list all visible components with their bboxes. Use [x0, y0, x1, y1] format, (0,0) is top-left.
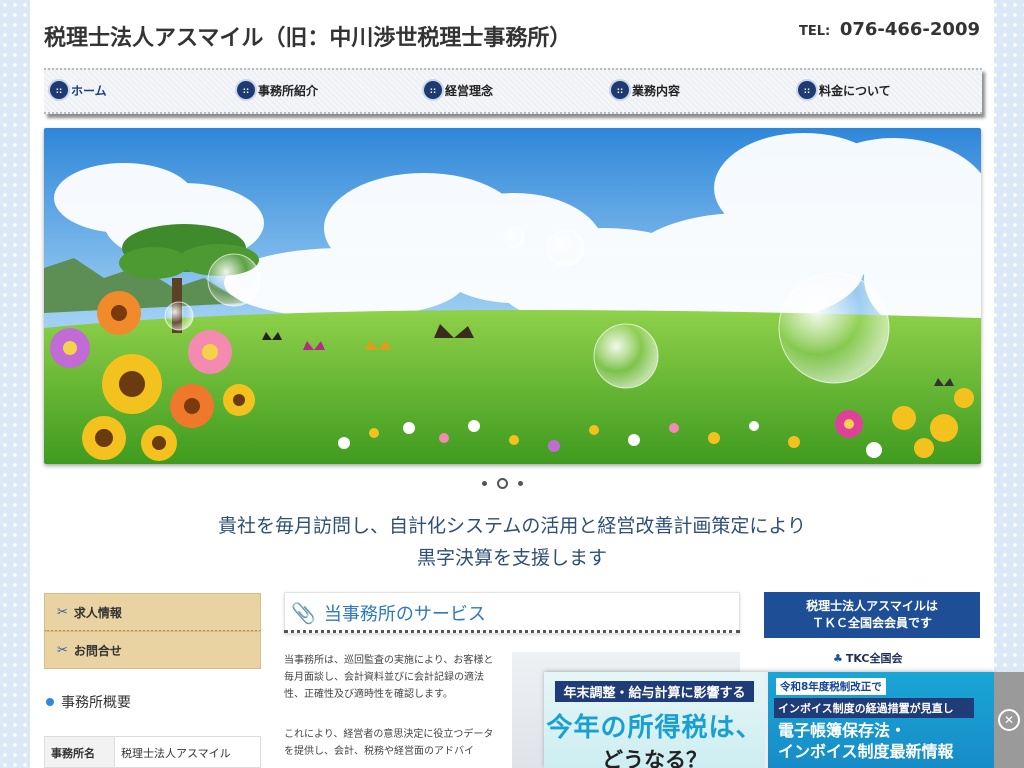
nav-bullet-icon: ::: [50, 81, 68, 99]
scissors-icon: ✂: [57, 604, 68, 620]
service-paragraph-1: 当事務所は、巡回監査の実施により、お客様と毎月面談し、会計資料並びに会計記録の適…: [284, 655, 494, 700]
tkc-logo[interactable]: ♣ TKC全国会: [833, 650, 902, 666]
tkc-member-banner[interactable]: 税理士法人アスマイルは ＴＫＣ全国会会員です: [764, 592, 980, 638]
ad-left-line-2: 今年の所得税は、: [546, 713, 763, 743]
nav-item-label: 業務内容: [632, 83, 681, 98]
ad-right-line-2: インボイス制度の経過措置が見直し: [774, 698, 974, 718]
ad-banner[interactable]: 年末調整・給与計算に影響する 今年の所得税は、 どうなる？ 令和8年度税制改正で…: [544, 672, 994, 768]
nav-bullet-icon: ::: [611, 81, 629, 99]
hero-slider[interactable]: [44, 128, 981, 464]
sidebar-link-recruit[interactable]: ✂ 求人情報: [44, 593, 261, 632]
service-heading-text: 当事務所のサービス: [323, 604, 486, 625]
hero-meadow-image: [44, 128, 981, 464]
slider-dots: [482, 478, 523, 489]
ad-right-line-3-4: 電子帳簿保存法・ インボイス制度最新情報: [778, 720, 954, 762]
ad-right-line-1: 令和8年度税制改正で: [776, 678, 886, 695]
catchphrase-line-2: 黒字決算を支援します: [416, 547, 607, 569]
nav-bullet-icon: ::: [798, 81, 816, 99]
slider-dot-active[interactable]: [497, 478, 508, 489]
slider-dot[interactable]: [482, 481, 487, 486]
ad-income-tax[interactable]: 年末調整・給与計算に影響する 今年の所得税は、 どうなる？: [544, 672, 765, 768]
global-nav: :: ホーム :: 事務所紹介 :: 経営理念 :: 業務内容 :: 料金につい…: [44, 68, 982, 114]
nav-item-label: ホーム: [71, 83, 107, 98]
tel-info: TEL: 076-466-2009: [799, 19, 980, 40]
overview-heading-label: 事務所概要: [61, 695, 131, 711]
tkc-banner-line-2: ＴＫＣ全国会会員です: [811, 616, 932, 630]
paperclip-icon: 📎: [291, 601, 316, 625]
overview-table: 事務所名 税理士法人アスマイル: [44, 736, 261, 768]
tkc-banner-line-1: 税理士法人アスマイルは: [806, 599, 938, 613]
overview-value: 税理士法人アスマイル: [121, 747, 231, 760]
nav-bullet-icon: ::: [424, 81, 442, 99]
nav-item-philosophy[interactable]: :: 経営理念: [424, 80, 493, 100]
nav-item-label: 事務所紹介: [258, 83, 319, 98]
nav-item-fees[interactable]: :: 料金について: [798, 80, 891, 100]
catchphrase-line-1: 貴社を毎月訪問し、自計化システムの活用と経営改善計画策定により: [217, 515, 807, 537]
tel-label: TEL:: [799, 24, 831, 39]
dotted-divider: [284, 630, 740, 633]
ad-right-line-3: 電子帳簿保存法・: [778, 721, 907, 740]
page: 税理士法人アスマイル（旧：中川渉世税理士事務所） TEL: 076-466-20…: [30, 0, 994, 768]
nav-item-home[interactable]: :: ホーム: [50, 80, 107, 100]
ad-close-button[interactable]: ✕: [994, 672, 1024, 768]
overview-heading: 事務所概要: [46, 692, 131, 712]
slider-dot[interactable]: [518, 481, 523, 486]
sidebar-link-label: 求人情報: [73, 605, 122, 620]
nav-item-label: 料金について: [819, 83, 891, 98]
service-heading: 📎 当事務所のサービス: [284, 592, 740, 634]
ad-invoice[interactable]: 令和8年度税制改正で インボイス制度の経過措置が見直し 電子帳簿保存法・ インボ…: [768, 672, 994, 768]
nav-item-label: 経営理念: [445, 83, 494, 98]
overview-key: 事務所名: [45, 737, 115, 767]
site-title[interactable]: 税理士法人アスマイル（旧：中川渉世税理士事務所）: [44, 20, 571, 52]
nav-item-services[interactable]: :: 業務内容: [611, 80, 680, 100]
nav-item-about[interactable]: :: 事務所紹介: [237, 80, 318, 100]
close-icon: ✕: [998, 709, 1020, 731]
tel-number[interactable]: 076-466-2009: [840, 19, 980, 40]
sidebar-link-contact[interactable]: ✂ お問合せ: [44, 631, 261, 669]
tkc-mark-icon: ♣: [833, 651, 843, 665]
ad-left-line-3: どうなる？: [602, 748, 707, 768]
nav-bullet-icon: ::: [237, 81, 255, 99]
scissors-icon: ✂: [57, 642, 68, 658]
service-paragraph-2: これにより、経営者の意思決定に役立つデータを提供し、会計、税務や経営面のアドバイ: [284, 729, 494, 757]
ad-left-line-1: 年末調整・給与計算に影響する: [555, 681, 754, 702]
bullet-icon: [46, 698, 54, 706]
sidebar-link-label: お問合せ: [73, 643, 122, 658]
ad-right-line-4: インボイス制度最新情報: [778, 742, 954, 761]
tkc-logo-text: TKC全国会: [845, 652, 903, 665]
